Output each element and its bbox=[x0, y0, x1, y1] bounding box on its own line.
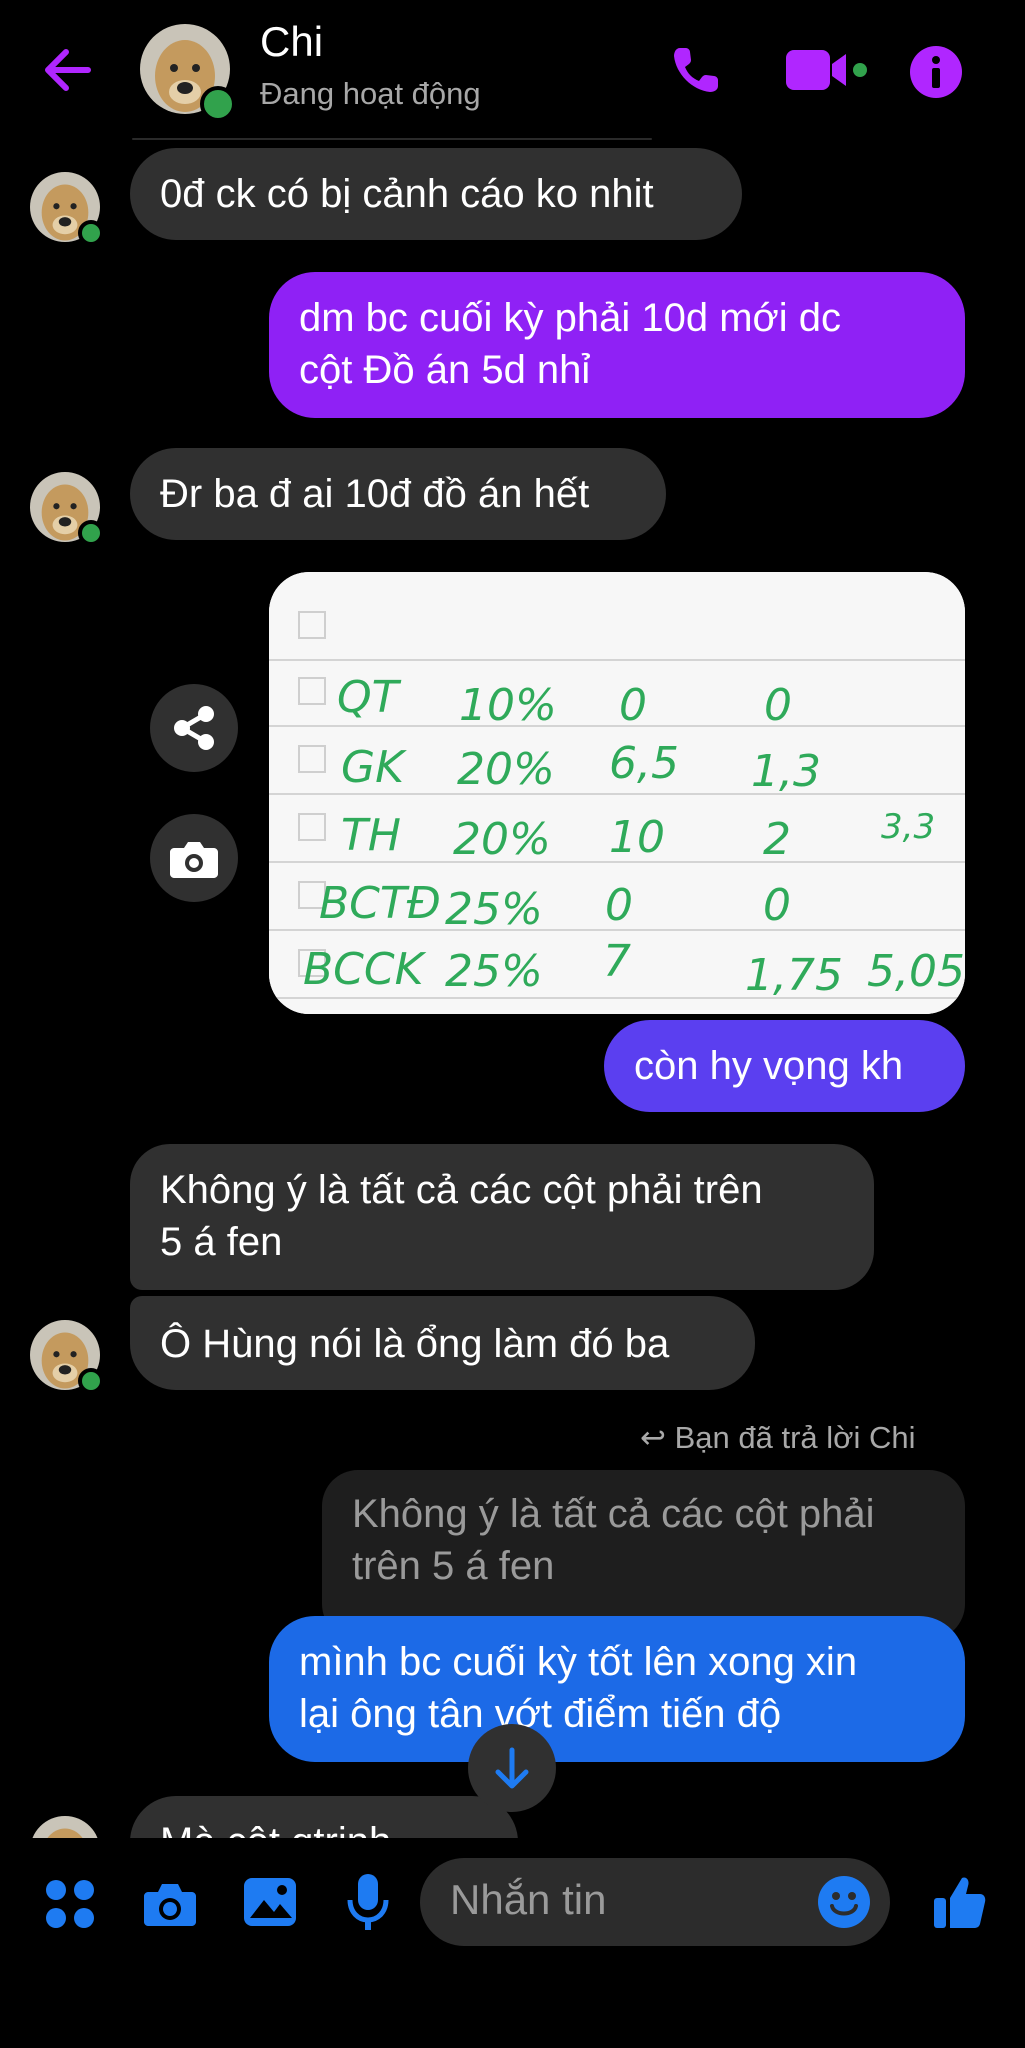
message-input-placeholder: Nhắn tin bbox=[450, 1876, 607, 1923]
active-status: Đang hoạt động bbox=[260, 76, 481, 111]
image-icon[interactable] bbox=[242, 1874, 298, 1930]
camera-button[interactable] bbox=[150, 814, 238, 902]
note-row-weight: 20% bbox=[453, 814, 551, 865]
share-button[interactable] bbox=[150, 684, 238, 772]
note-row-total: 5,05 bbox=[867, 946, 965, 997]
note-row-score: 7 bbox=[603, 936, 631, 987]
note-row-weight: 25% bbox=[445, 884, 543, 935]
quoted-text: Không ý là tất cả các cột phải bbox=[352, 1492, 875, 1536]
camera-icon[interactable] bbox=[140, 1874, 200, 1934]
note-row-weight: 20% bbox=[457, 744, 555, 795]
camera-icon bbox=[170, 842, 218, 878]
scroll-divider bbox=[132, 138, 652, 140]
note-row-weight: 25% bbox=[445, 946, 543, 997]
quoted-message[interactable]: Không ý là tất cả các cột phải trên 5 á … bbox=[322, 1470, 965, 1640]
message-bubble[interactable]: Đr ba đ ai 10đ đồ án hết bbox=[130, 448, 666, 540]
video-camera-icon[interactable] bbox=[784, 46, 868, 94]
note-row-score: 6,5 bbox=[609, 738, 679, 789]
info-icon[interactable] bbox=[908, 44, 964, 100]
microphone-icon[interactable] bbox=[344, 1872, 392, 1934]
note-row-total: 3,3 bbox=[881, 807, 935, 847]
message-text: Không ý là tất cả các cột phải trên bbox=[160, 1168, 763, 1212]
message-bubble[interactable]: còn hy vọng kh bbox=[604, 1020, 965, 1112]
message-text: Đr ba đ ai 10đ đồ án hết bbox=[160, 472, 590, 516]
note-row-weighted: 0 bbox=[763, 880, 791, 931]
grid-dots-icon[interactable] bbox=[44, 1878, 96, 1930]
share-icon bbox=[174, 706, 214, 750]
message-bubble[interactable]: 0đ ck có bị cảnh cáo ko nhit bbox=[130, 148, 742, 240]
message-text: 5 á fen bbox=[160, 1220, 283, 1264]
note-row-score: 10 bbox=[609, 812, 665, 863]
note-row-name: GK bbox=[341, 742, 407, 793]
message-text: 0đ ck có bị cảnh cáo ko nhit bbox=[160, 172, 654, 216]
note-row-name: TH bbox=[341, 810, 401, 861]
message-text: lại ông tân vớt điểm tiến độ bbox=[299, 1692, 782, 1736]
message-bubble[interactable]: dm bc cuối kỳ phải 10d mới dc cột Đồ án … bbox=[269, 272, 965, 418]
message-bubble[interactable]: Không ý là tất cả các cột phải trên 5 á … bbox=[130, 1144, 874, 1290]
note-row-weighted: 0 bbox=[764, 680, 792, 731]
note-row-score: 0 bbox=[605, 880, 633, 931]
note-row-weighted: 1,75 bbox=[745, 950, 843, 1001]
smiley-icon[interactable] bbox=[816, 1874, 872, 1930]
arrow-left-icon[interactable] bbox=[40, 42, 100, 98]
message-bubble[interactable]: Ô Hùng nói là ổng làm đó ba bbox=[130, 1296, 755, 1390]
chat-header: Chi Đang hoạt động bbox=[0, 0, 1025, 140]
message-text: còn hy vọng kh bbox=[634, 1044, 904, 1088]
quoted-text: trên 5 á fen bbox=[352, 1544, 555, 1588]
online-indicator bbox=[78, 520, 104, 546]
note-row-weighted: 2 bbox=[763, 814, 791, 865]
message-text: dm bc cuối kỳ phải 10d mới dc bbox=[299, 296, 842, 340]
arrow-down-icon bbox=[495, 1747, 529, 1789]
reply-label-text: Bạn đã trả lời Chi bbox=[674, 1420, 916, 1455]
message-bubble[interactable]: mình bc cuối kỳ tốt lên xong xin lại ông… bbox=[269, 1616, 965, 1762]
reply-arrow-icon: ↩ bbox=[640, 1420, 675, 1455]
reply-context: ↩ Bạn đã trả lời Chi bbox=[640, 1420, 915, 1456]
note-row-score: 0 bbox=[619, 680, 647, 731]
photo-attachment[interactable]: QT 10% 0 0 GK 20% 6,5 1,3 TH 20% 10 2 3,… bbox=[269, 572, 965, 1014]
scroll-to-bottom-button[interactable] bbox=[468, 1724, 556, 1812]
thumbs-up-icon[interactable] bbox=[932, 1872, 988, 1932]
phone-icon[interactable] bbox=[668, 42, 724, 98]
online-indicator bbox=[200, 86, 236, 122]
message-composer: Nhắn tin bbox=[0, 1838, 1025, 2048]
online-indicator bbox=[78, 1368, 104, 1394]
note-row-name: QT bbox=[337, 672, 402, 723]
contact-name[interactable]: Chi bbox=[260, 18, 323, 66]
note-row-name: BCCK bbox=[303, 944, 427, 995]
note-row-weight: 10% bbox=[459, 680, 557, 731]
message-text: cột Đồ án 5d nhỉ bbox=[299, 348, 591, 392]
message-input[interactable]: Nhắn tin bbox=[420, 1858, 890, 1946]
message-text: mình bc cuối kỳ tốt lên xong xin bbox=[299, 1640, 858, 1684]
note-row-weighted: 1,3 bbox=[751, 746, 821, 797]
online-indicator bbox=[78, 220, 104, 246]
note-row-name: BCTĐ bbox=[319, 878, 441, 929]
message-text: Ô Hùng nói là ổng làm đó ba bbox=[160, 1322, 670, 1366]
